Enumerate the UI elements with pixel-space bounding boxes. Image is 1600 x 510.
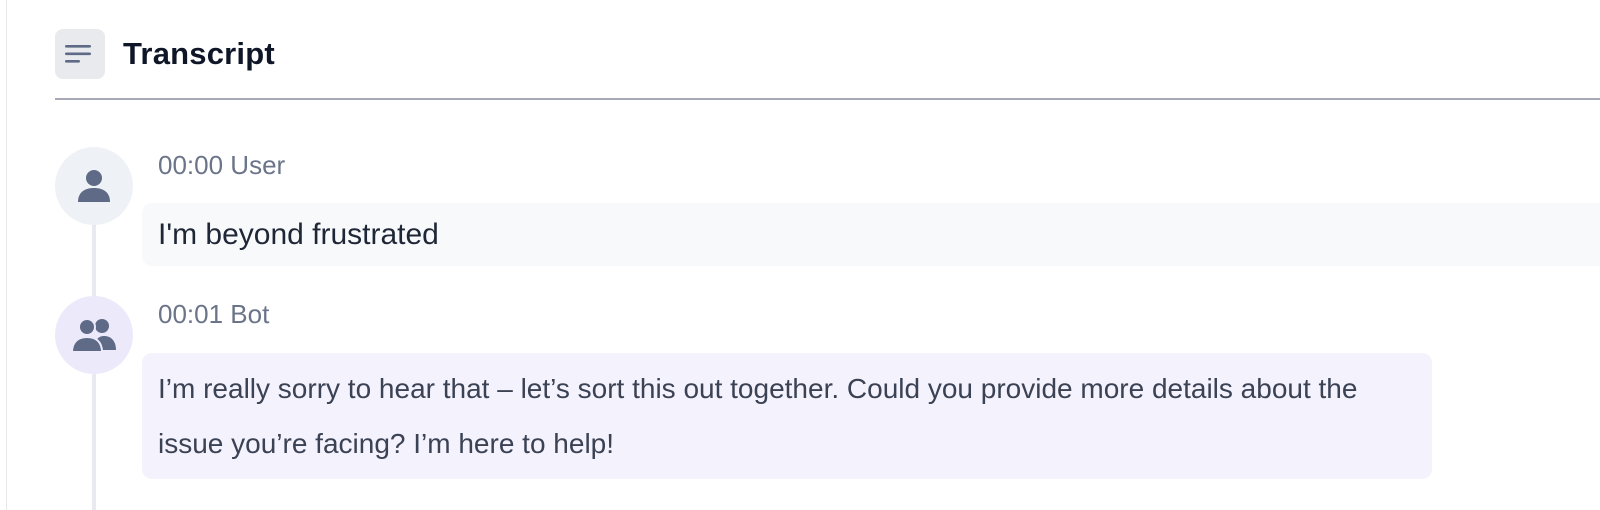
people-icon [71,318,116,353]
bot-avatar [55,296,133,374]
user-avatar [55,147,133,225]
transcript-header: Transcript [55,29,275,79]
message-meta-bot: 00:01 Bot [158,299,270,329]
header-divider [55,98,1600,100]
panel-left-border [6,0,7,510]
transcript-lines-icon [55,29,105,79]
message-bubble-bot: I’m really sorry to hear that – let’s so… [142,353,1432,479]
message-meta-user: 00:00 User [158,150,286,180]
message-bubble-user: I'm beyond frustrated [142,203,1600,266]
page-title: Transcript [123,36,275,71]
person-icon [78,170,110,202]
